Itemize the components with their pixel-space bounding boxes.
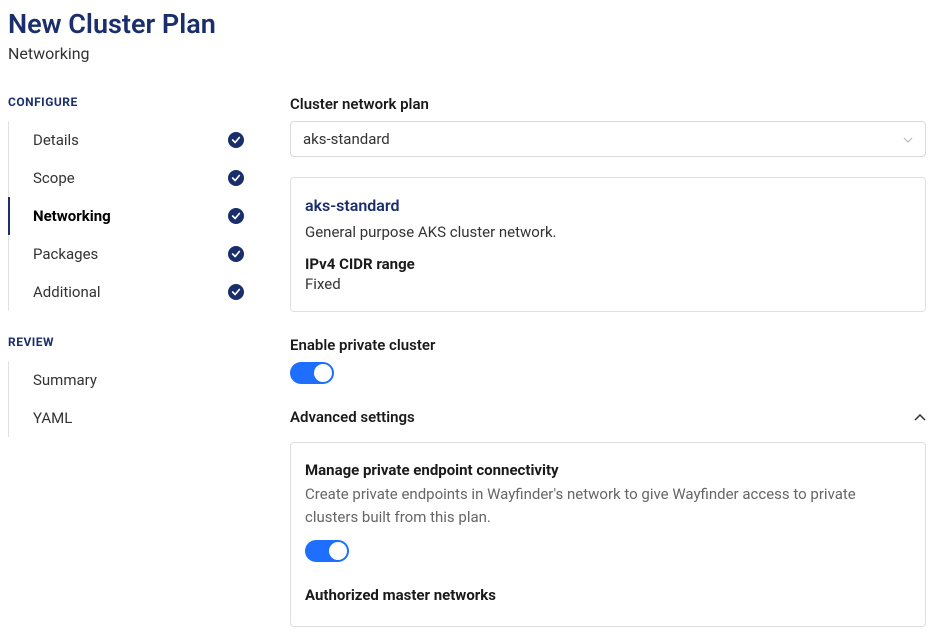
network-plan-info-card: aks-standard General purpose AKS cluster… <box>290 177 926 312</box>
authorized-networks-title: Authorized master networks <box>305 586 911 604</box>
cidr-label: IPv4 CIDR range <box>305 255 911 273</box>
page-title: New Cluster Plan <box>8 8 942 40</box>
check-icon <box>228 132 244 148</box>
advanced-settings-card: Manage private endpoint connectivity Cre… <box>290 442 926 627</box>
check-icon <box>228 208 244 224</box>
check-icon <box>228 246 244 262</box>
sidebar-item-details[interactable]: Details <box>9 121 258 159</box>
sidebar-item-label: Details <box>33 131 79 149</box>
sidebar-item-packages[interactable]: Packages <box>9 235 258 273</box>
main-content: Cluster network plan aks-standard aks-st… <box>290 95 942 627</box>
sidebar-section-configure: CONFIGURE <box>8 95 258 109</box>
toggle-knob <box>329 542 347 560</box>
network-plan-value: aks-standard <box>303 130 390 148</box>
toggle-knob <box>314 364 332 382</box>
advanced-settings-label: Advanced settings <box>290 408 415 426</box>
sidebar-item-additional[interactable]: Additional <box>9 273 258 311</box>
sidebar-item-label: Networking <box>33 207 111 225</box>
check-icon <box>228 284 244 300</box>
network-plan-select[interactable]: aks-standard <box>290 121 926 157</box>
info-card-desc: General purpose AKS cluster network. <box>305 223 911 241</box>
check-icon <box>228 170 244 186</box>
manage-endpoint-toggle[interactable] <box>305 540 349 562</box>
info-card-title: aks-standard <box>305 196 911 215</box>
manage-endpoint-title: Manage private endpoint connectivity <box>305 461 911 479</box>
sidebar-item-label: Summary <box>33 371 97 389</box>
cidr-value: Fixed <box>305 275 911 293</box>
sidebar-item-summary[interactable]: Summary <box>9 361 258 399</box>
sidebar-item-label: YAML <box>33 409 72 427</box>
page-subtitle: Networking <box>8 44 942 63</box>
chevron-down-icon <box>903 132 913 146</box>
network-plan-label: Cluster network plan <box>290 95 926 113</box>
advanced-settings-header[interactable]: Advanced settings <box>290 404 926 430</box>
manage-endpoint-desc: Create private endpoints in Wayfinder's … <box>305 483 911 528</box>
sidebar-item-networking[interactable]: Networking <box>9 197 258 235</box>
enable-private-label: Enable private cluster <box>290 336 926 354</box>
sidebar-item-label: Additional <box>33 283 101 301</box>
sidebar-item-label: Scope <box>33 169 75 187</box>
chevron-up-icon <box>914 409 926 425</box>
sidebar-item-yaml[interactable]: YAML <box>9 399 258 437</box>
sidebar-item-label: Packages <box>33 245 98 263</box>
sidebar-section-review: REVIEW <box>8 335 258 349</box>
sidebar: CONFIGURE Details Scope Networking Packages… <box>8 95 258 627</box>
enable-private-toggle[interactable] <box>290 362 334 384</box>
sidebar-item-scope[interactable]: Scope <box>9 159 258 197</box>
